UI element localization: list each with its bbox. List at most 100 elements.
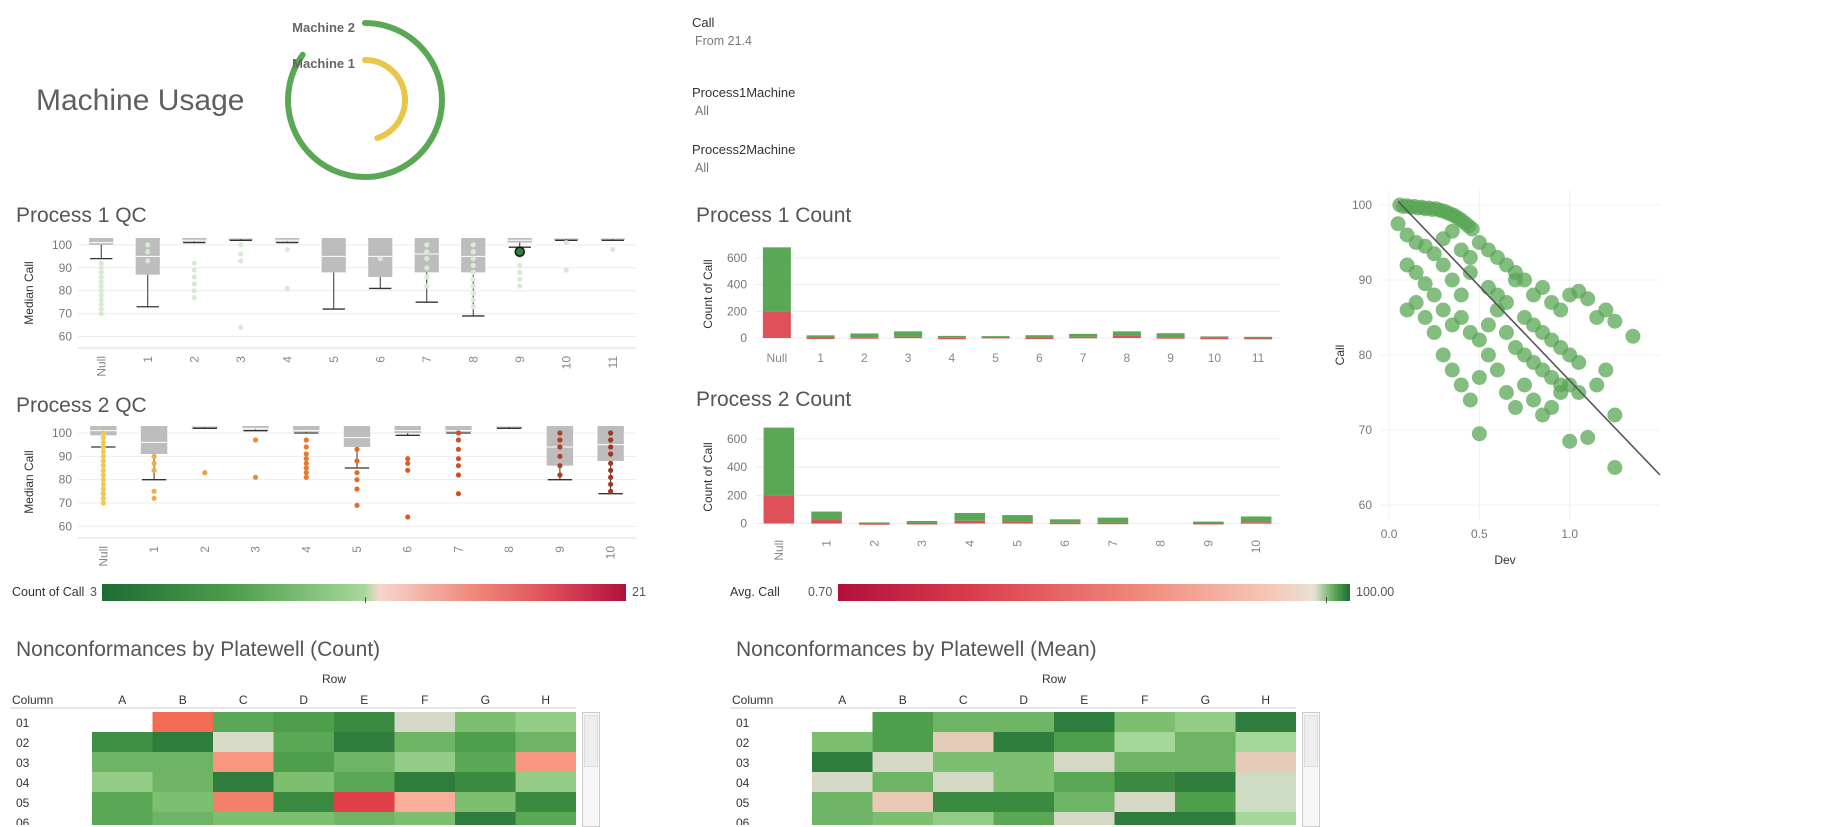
outlier-point xyxy=(151,488,157,494)
scatter-point xyxy=(1471,332,1487,348)
outlier-point xyxy=(191,267,197,273)
heatmap-cell-06-A xyxy=(92,812,153,825)
outlier-point xyxy=(100,430,106,436)
heatmap-cell-05-D xyxy=(993,792,1054,812)
outlier-point xyxy=(455,472,462,478)
x-tick-label: 7 xyxy=(1106,540,1120,547)
outlier-point xyxy=(303,460,309,466)
scatter-point xyxy=(1480,280,1496,295)
outlier-point xyxy=(98,297,104,303)
y-axis-title: Median Call xyxy=(22,450,36,513)
x-tick-label: 11 xyxy=(606,356,620,369)
scatter-point xyxy=(1408,295,1424,310)
y-tick-label: 70 xyxy=(59,496,73,510)
x-tick-label: 8 xyxy=(466,356,480,363)
heatmap-cell-06-F xyxy=(1114,812,1175,825)
outlier-point xyxy=(455,463,462,469)
heatmap-cell-05-G xyxy=(455,792,516,812)
x-tick-label: 1.0 xyxy=(1561,527,1578,541)
heatmap-count-scroll-thumb[interactable] xyxy=(584,715,598,767)
heatmap-cell-05-B xyxy=(872,792,933,812)
filter-process1machine[interactable]: Process1Machine All xyxy=(692,85,795,118)
outlier-point xyxy=(563,239,569,246)
outlier-point xyxy=(608,481,614,487)
y-axis-title: Call xyxy=(1333,345,1347,366)
outlier-point xyxy=(517,269,523,275)
machine-usage-rings: Machine 2 Machine 1 xyxy=(285,20,445,180)
outlier-point xyxy=(98,278,104,285)
filter-process2machine[interactable]: Process2Machine All xyxy=(692,142,795,175)
heatmap-col-label: G xyxy=(1201,693,1210,707)
avg-legend-min: 0.70 xyxy=(808,585,833,599)
outlier-point xyxy=(470,269,476,275)
bar-conforming-7 xyxy=(1069,333,1098,337)
count-legend-max: 21 xyxy=(632,585,646,599)
heatmap-mean-scrollbar[interactable] xyxy=(1302,712,1320,827)
x-tick-label: 0.5 xyxy=(1471,527,1488,541)
filter-process2machine-value[interactable]: All xyxy=(695,161,795,175)
outlier-point xyxy=(470,290,476,296)
heatmap-cell-03-B xyxy=(152,752,213,772)
x-tick-label: 10 xyxy=(1249,540,1263,554)
box-5 xyxy=(321,238,346,273)
machine-2-ring[interactable] xyxy=(285,20,445,180)
y-tick-label: 80 xyxy=(59,473,73,487)
machine-1-ring[interactable] xyxy=(362,57,408,142)
outlier-point xyxy=(608,467,614,473)
outlier-point xyxy=(98,306,104,312)
heatmap-row-label: 04 xyxy=(736,776,750,790)
x-tick-label: Null xyxy=(94,356,108,377)
process-1-count-chart: 0 200 400 600 Count of Call Null 1 2 3 4 5 6 7 8 9 10 11 xyxy=(701,247,1280,365)
heatmap-cell-04-A xyxy=(92,772,153,792)
heatmap-row-label: 05 xyxy=(736,796,750,810)
heatmap-col-label: D xyxy=(1019,693,1028,707)
scatter-point xyxy=(1544,400,1560,415)
heatmap-row-label: 06 xyxy=(16,816,30,825)
heatmap-cell-05-F xyxy=(1114,792,1175,812)
heatmap-mean-scroll-thumb[interactable] xyxy=(1304,715,1318,767)
outlier-point xyxy=(455,437,462,443)
scatter-point xyxy=(1435,347,1451,363)
process-2-count-chart: 0 200 400 600 Count of Call Null 1 2 3 4 5 6 7 8 9 10 xyxy=(701,427,1280,561)
outlier-point xyxy=(608,430,614,436)
heatmap-row-label: 03 xyxy=(16,756,30,770)
heatmap-cell-05-A xyxy=(92,792,153,812)
heatmap-cell-02-C xyxy=(933,732,994,752)
outlier-point xyxy=(405,467,411,473)
y-tick-label: 200 xyxy=(727,488,747,502)
x-tick-label: 8 xyxy=(502,546,516,553)
heatmap-cell-01-G xyxy=(1175,712,1236,732)
y-tick-label: 400 xyxy=(727,278,747,292)
outlier-point xyxy=(100,481,106,487)
filter-process1machine-value[interactable]: All xyxy=(695,104,795,118)
x-tick-label: 2 xyxy=(198,546,212,553)
x-tick-label: 4 xyxy=(280,356,294,363)
outlier-point xyxy=(191,260,197,266)
heatmap-cell-05-B xyxy=(152,792,213,812)
outlier-point xyxy=(145,242,151,248)
filter-call[interactable]: Call From 21.4 xyxy=(692,15,752,48)
x-tick-label: 1 xyxy=(141,356,155,363)
y-tick-label: 90 xyxy=(1359,273,1373,287)
heatmap-count-scrollbar[interactable] xyxy=(582,712,600,827)
outlier-point xyxy=(405,514,411,520)
outlier-point xyxy=(100,453,106,459)
y-tick-label: 400 xyxy=(727,460,747,474)
heatmap-cell-05-H xyxy=(1235,792,1296,812)
heatmap-cell-03-E xyxy=(1054,752,1115,772)
bar-nonconforming-Null xyxy=(762,311,791,338)
bar-conforming-Null xyxy=(762,247,791,312)
heatmap-cell-06-H xyxy=(1235,812,1296,825)
filter-call-value[interactable]: From 21.4 xyxy=(695,34,752,48)
filter-call-label: Call xyxy=(692,15,715,30)
outlier-point xyxy=(470,256,476,262)
heatmap-cell-01-D xyxy=(993,712,1054,732)
count-legend-gradient xyxy=(102,584,626,601)
y-tick-label: 0 xyxy=(740,517,747,531)
scatter-point xyxy=(1580,291,1596,307)
outlier-point xyxy=(145,258,151,264)
outlier-point xyxy=(377,256,383,262)
heatmap-cell-03-G xyxy=(1175,752,1236,772)
x-tick-label: 4 xyxy=(299,546,313,553)
heatmap-cell-03-C xyxy=(213,752,274,772)
